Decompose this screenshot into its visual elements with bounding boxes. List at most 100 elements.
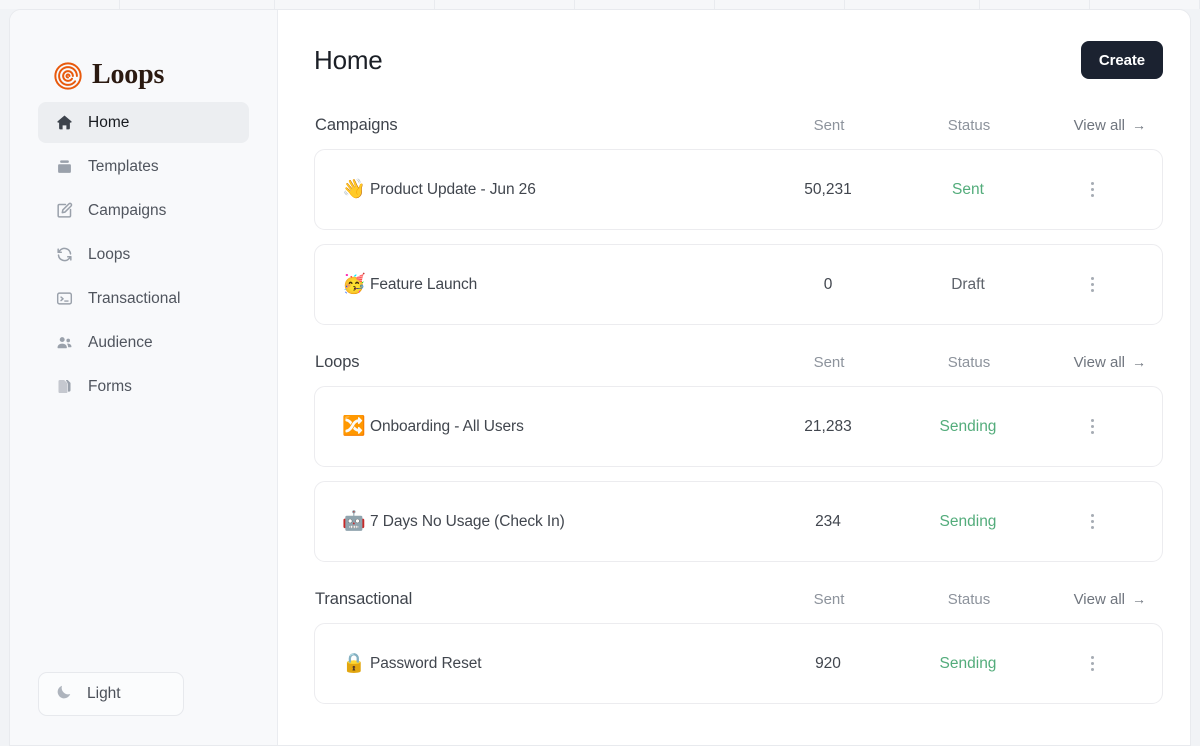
sidebar-item-label: Home [88, 113, 130, 131]
view-all-link[interactable]: View all → [1034, 117, 1152, 134]
column-header-status: Status [947, 354, 991, 371]
sidebar-item-audience[interactable]: Audience [38, 322, 249, 363]
theme-toggle-label: Light [87, 685, 121, 703]
people-icon [54, 333, 74, 353]
sidebar-item-templates[interactable]: Templates [38, 146, 249, 187]
shuffle-tracks-emoji: 🔀 [342, 416, 366, 437]
kebab-menu-icon [1081, 650, 1104, 677]
sidebar-item-label: Transactional [88, 289, 181, 307]
browser-tab[interactable] [715, 0, 845, 9]
browser-tab[interactable] [435, 0, 575, 9]
sidebar-item-home[interactable]: Home [38, 102, 249, 143]
arrow-right-icon: → [1132, 354, 1146, 370]
lock-emoji: 🔒 [342, 653, 366, 674]
sections-list: Campaigns Sent Status View all → 👋 Product Upd… [314, 102, 1163, 704]
main-header: Home Create [314, 10, 1163, 102]
sidebar-item-label: Campaigns [88, 201, 167, 219]
sidebar-item-campaigns[interactable]: Campaigns [38, 190, 249, 231]
sidebar-item-label: Forms [88, 377, 132, 395]
section: Transactional Sent Status View all → 🔒 Passwor… [314, 576, 1163, 704]
status-badge: Sending [939, 512, 997, 530]
home-icon [54, 113, 74, 133]
sidebar-item-forms[interactable]: Forms [38, 366, 249, 407]
browser-tab[interactable] [275, 0, 435, 9]
column-header-sent: Sent [813, 591, 845, 608]
browser-tab[interactable] [120, 0, 275, 9]
create-button[interactable]: Create [1080, 41, 1163, 79]
sidebar-item-label: Audience [88, 333, 153, 351]
view-all-link[interactable]: View all → [1034, 354, 1152, 371]
row-sent-count: 21,283 [804, 417, 852, 435]
arrow-right-icon: → [1132, 591, 1146, 607]
view-all-label: View all [1073, 354, 1125, 371]
robot-emoji: 🤖 [342, 511, 366, 532]
row-name: Product Update - Jun 26 [370, 180, 536, 198]
row-sent-count: 0 [823, 275, 833, 293]
templates-icon [54, 157, 74, 177]
table-row[interactable]: 🥳 Feature Launch 0 Draft [314, 244, 1163, 325]
status-badge: Sending [939, 417, 997, 435]
row-sent-count: 50,231 [804, 180, 852, 198]
app-window: Loops Home Templates Campaigns Loops Tra… [9, 9, 1191, 746]
browser-tab-strip [0, 0, 1200, 9]
row-overflow-menu-button[interactable] [1033, 650, 1151, 677]
sidebar-nav: Home Templates Campaigns Loops Transacti… [10, 102, 277, 407]
column-header-status: Status [947, 117, 991, 134]
browser-tab[interactable] [1090, 0, 1200, 9]
terminal-icon [54, 289, 74, 309]
browser-tab[interactable] [845, 0, 980, 9]
row-name: Feature Launch [370, 275, 478, 293]
kebab-menu-icon [1081, 413, 1104, 440]
browser-tab[interactable] [0, 0, 120, 9]
sidebar-item-label: Templates [88, 157, 159, 175]
table-row[interactable]: 👋 Product Update - Jun 26 50,231 Sent [314, 149, 1163, 230]
column-header-sent: Sent [813, 354, 845, 371]
forms-icon [54, 377, 74, 397]
row-name: Password Reset [370, 654, 482, 672]
sidebar-item-label: Loops [88, 245, 131, 263]
moon-icon [55, 683, 73, 706]
table-row[interactable]: 🤖 7 Days No Usage (Check In) 234 Sending [314, 481, 1163, 562]
brand-logo[interactable]: Loops [10, 10, 277, 102]
partying-face-emoji: 🥳 [342, 274, 366, 295]
section: Campaigns Sent Status View all → 👋 Product Upd… [314, 102, 1163, 325]
row-name: 7 Days No Usage (Check In) [370, 512, 565, 530]
view-all-label: View all [1073, 117, 1125, 134]
waving-hand-emoji: 👋 [342, 179, 366, 200]
sidebar: Loops Home Templates Campaigns Loops Tra… [10, 10, 278, 745]
view-all-label: View all [1073, 591, 1125, 608]
edit-square-icon [54, 201, 74, 221]
sidebar-item-loops[interactable]: Loops [38, 234, 249, 275]
column-header-sent: Sent [813, 117, 845, 134]
table-row[interactable]: 🔒 Password Reset 920 Sending [314, 623, 1163, 704]
section-header: Loops Sent Status View all → [314, 339, 1163, 386]
row-overflow-menu-button[interactable] [1033, 413, 1151, 440]
status-badge: Sending [939, 654, 997, 672]
kebab-menu-icon [1081, 508, 1104, 535]
row-sent-count: 234 [815, 512, 841, 530]
view-all-link[interactable]: View all → [1034, 591, 1152, 608]
arrow-right-icon: → [1132, 117, 1146, 133]
brand-name: Loops [92, 59, 165, 90]
section-header: Campaigns Sent Status View all → [314, 102, 1163, 149]
browser-tab[interactable] [980, 0, 1090, 9]
row-sent-count: 920 [815, 654, 841, 672]
section-title: Transactional [315, 590, 413, 608]
status-badge: Sent [952, 180, 984, 198]
sidebar-item-transactional[interactable]: Transactional [38, 278, 249, 319]
section-title: Campaigns [315, 116, 398, 134]
table-row[interactable]: 🔀 Onboarding - All Users 21,283 Sending [314, 386, 1163, 467]
row-overflow-menu-button[interactable] [1033, 176, 1151, 203]
row-overflow-menu-button[interactable] [1033, 271, 1151, 298]
refresh-icon [54, 245, 74, 265]
theme-toggle-button[interactable]: Light [38, 672, 184, 716]
section-title: Loops [315, 353, 360, 371]
status-badge: Draft [951, 275, 985, 293]
section: Loops Sent Status View all → 🔀 Onboarding - Al… [314, 339, 1163, 562]
row-overflow-menu-button[interactable] [1033, 508, 1151, 535]
page-title: Home [314, 44, 383, 75]
row-name: Onboarding - All Users [370, 417, 524, 435]
loops-spiral-logo-icon [53, 61, 83, 91]
browser-tab[interactable] [575, 0, 715, 9]
